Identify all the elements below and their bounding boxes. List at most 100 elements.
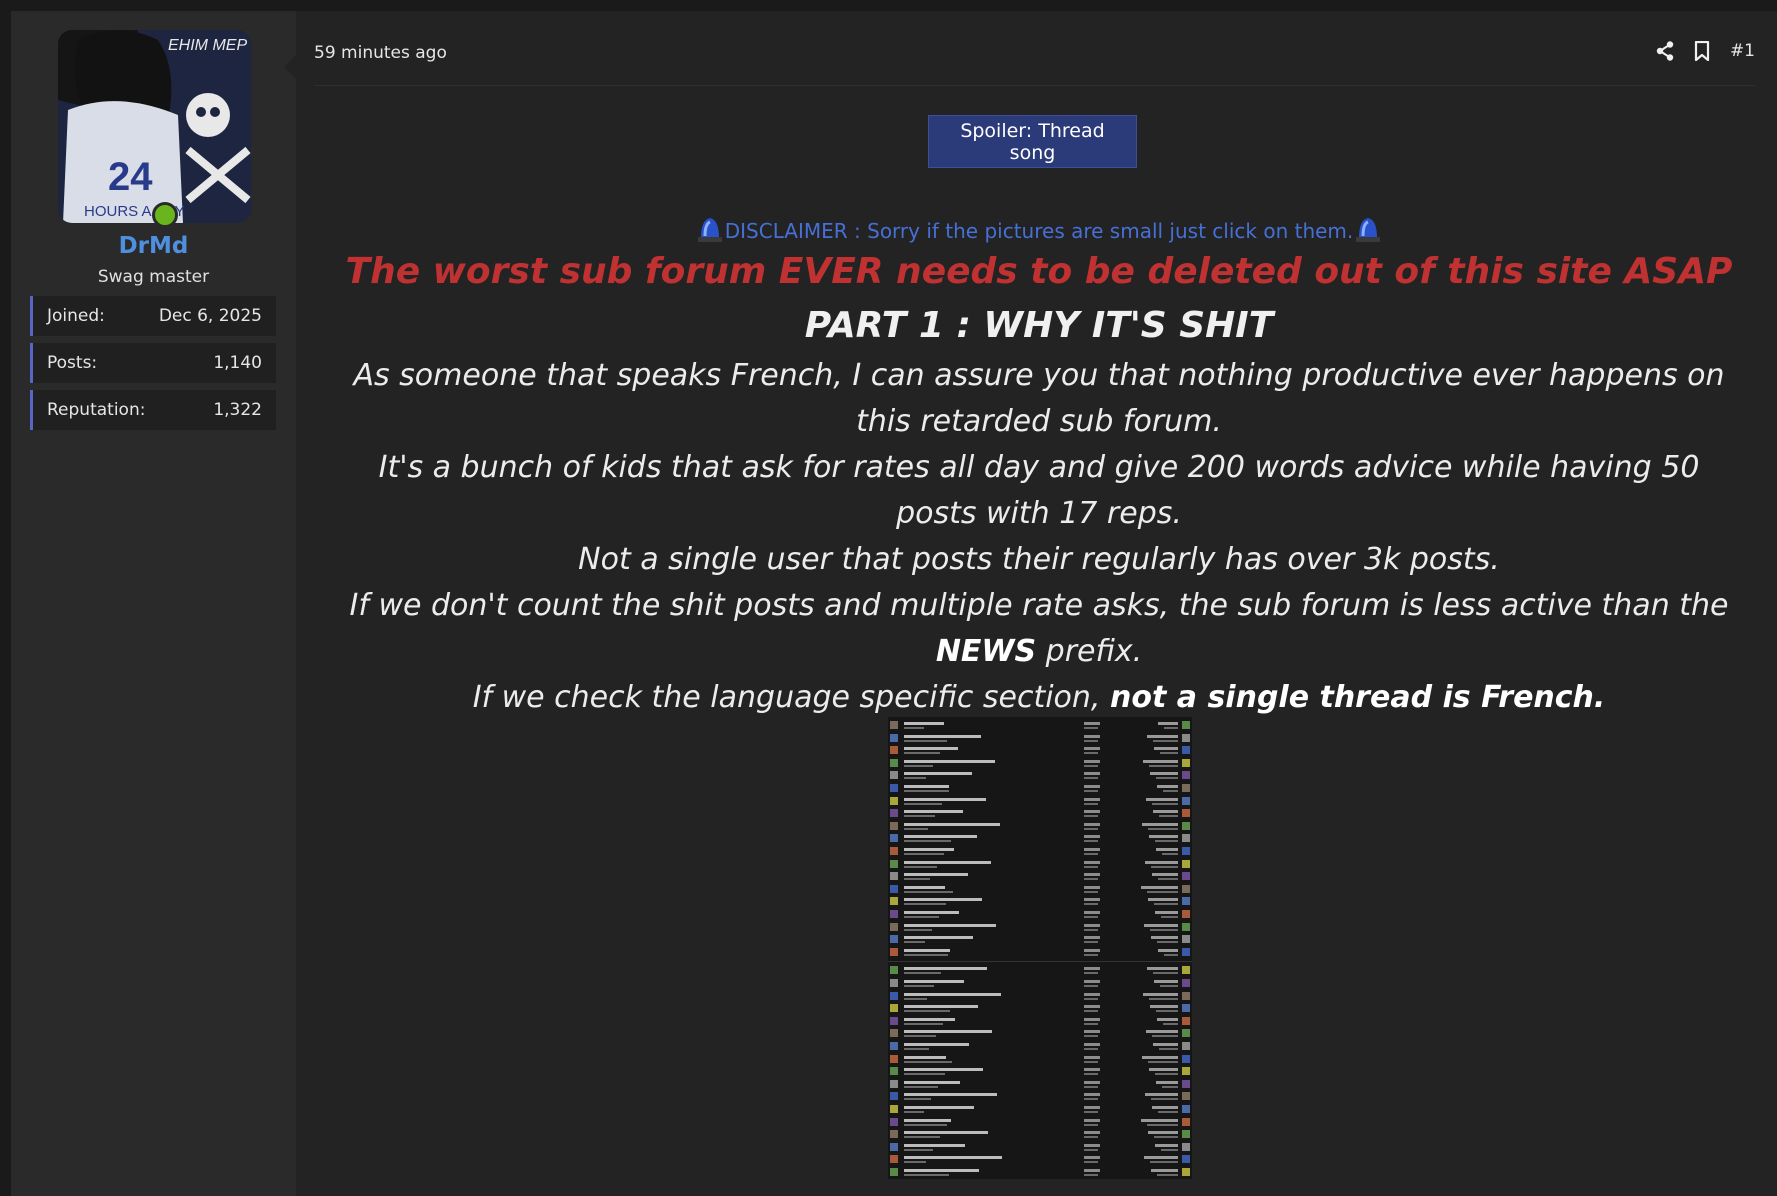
paragraph: As someone that speaks French, I can ass… <box>353 358 1725 439</box>
thumbnail-cell <box>904 1169 979 1172</box>
thumbnail-cell <box>1146 1030 1178 1034</box>
thumbnail-cell <box>904 827 928 830</box>
thumbnail-cell <box>904 1043 969 1046</box>
thumbnail-row <box>890 884 1190 894</box>
thumbnail-cell <box>890 809 898 818</box>
thumbnail-cell <box>1144 923 1178 927</box>
thumbnail-cell <box>1182 821 1190 830</box>
thumbnail-cell <box>1084 835 1100 839</box>
thumbnail-cell <box>890 1117 898 1126</box>
thumbnail-cell <box>1153 1043 1178 1046</box>
thumbnail-cell <box>1182 758 1190 767</box>
thumbnail-cell <box>904 936 973 940</box>
thumbnail-cell <box>904 848 954 851</box>
thumbnail-cell <box>1084 997 1098 1000</box>
thumbnail-row <box>890 809 1190 818</box>
thumbnail-cell <box>1084 1005 1100 1009</box>
paragraph: If we don't count the shit posts and mul… <box>334 583 1744 675</box>
thumbnail-cell <box>1182 935 1190 944</box>
thumbnail-cell <box>890 947 898 956</box>
thumbnail-cell <box>1084 815 1098 818</box>
share-icon[interactable] <box>1656 41 1674 61</box>
thumbnail-cell <box>890 746 898 755</box>
thumbnail-cell <box>1084 822 1100 826</box>
thumbnail-cell <box>1155 911 1178 914</box>
avatar-wrapper[interactable]: 24 HOURS A DAY EHIM MEP <box>58 30 251 228</box>
thumbnail-cell <box>1150 772 1178 776</box>
thumbnail-cell <box>1157 1174 1178 1176</box>
paragraph-bold: NEWS <box>935 634 1037 669</box>
avatar[interactable]: 24 HOURS A DAY EHIM MEP <box>58 30 251 223</box>
thumbnail-cell <box>1084 810 1100 814</box>
stat-value: Dec 6, 2025 <box>158 306 262 326</box>
post-time-link[interactable]: 59 minutes ago <box>314 43 447 63</box>
post-arrow <box>284 55 296 79</box>
thumbnail-cell <box>1084 1174 1098 1176</box>
thumbnail-row <box>890 1042 1190 1051</box>
thumbnail-cell <box>1158 948 1178 952</box>
thumbnail-cell <box>904 1068 983 1072</box>
thumbnail-cell <box>1145 1093 1178 1097</box>
thumbnail-cell <box>1084 923 1100 927</box>
thumbnail-cell <box>1084 734 1100 738</box>
thumbnail-cell <box>890 922 898 931</box>
thumbnail-cell <box>1084 1022 1098 1025</box>
thumbnail-cell <box>890 733 898 742</box>
thumbnail-cell <box>1182 947 1190 956</box>
thumbnail-cell <box>1155 840 1178 843</box>
thumbnail-row <box>890 1092 1190 1101</box>
thumbnail-cell <box>1149 764 1178 767</box>
thumbnail-cell <box>890 859 898 868</box>
thumbnail-cell <box>890 1105 898 1113</box>
thumbnail-cell <box>904 772 972 776</box>
thumbnail-cell <box>1182 771 1190 780</box>
post-number-link[interactable]: #1 <box>1730 41 1755 61</box>
stat-joined: Joined: Dec 6, 2025 <box>30 296 276 336</box>
thumbnail-cell <box>1161 916 1178 918</box>
thumbnail-cell <box>1182 1117 1190 1126</box>
thumbnail-cell <box>1084 936 1100 940</box>
thumbnail-cell <box>1152 873 1178 877</box>
paragraph: If we check the language specific sectio… <box>334 675 1744 721</box>
thumbnail-cell <box>890 1004 898 1013</box>
thumbnail-cell <box>1084 885 1100 889</box>
thumbnail-cell <box>1084 853 1098 855</box>
thumbnail-cell <box>1148 1060 1178 1063</box>
part-heading: PART 1 : WHY IT'S SHIT <box>804 305 1274 346</box>
thumbnail-cell <box>1161 1148 1178 1151</box>
stat-posts: Posts: 1,140 <box>30 343 276 383</box>
post-container: 24 HOURS A DAY EHIM MEP DrMd Swag master… <box>11 11 1777 1196</box>
spoiler-button[interactable]: Spoiler: Thread song <box>928 115 1137 168</box>
thumbnail-cell <box>1142 822 1178 826</box>
thumbnail-cell <box>904 885 945 889</box>
paragraph: It's a bunch of kids that ask for rates … <box>378 450 1700 531</box>
thumbnail-cell <box>1084 1085 1098 1088</box>
stat-label: Posts: <box>47 353 98 373</box>
thumbnail-cell <box>1159 1048 1178 1050</box>
thumbnail-row <box>890 991 1190 1001</box>
thumbnail-cell <box>1084 967 1100 971</box>
thumbnail-cell <box>1157 941 1178 944</box>
thumbnail-cell <box>904 1118 951 1122</box>
thumbnail-cell <box>1084 972 1098 975</box>
thumbnail-row <box>890 1130 1190 1139</box>
thumbnail-cell <box>904 860 991 864</box>
thumbnail-cell <box>1150 928 1178 931</box>
thumbnail-cell <box>1084 911 1100 914</box>
thumbnail-cell <box>1154 747 1178 751</box>
embedded-screenshot-image[interactable] <box>888 717 1192 1179</box>
thumbnail-cell <box>1182 922 1190 931</box>
thumbnail-cell <box>1150 1005 1178 1009</box>
thumbnail-cell <box>1084 797 1100 801</box>
thumbnail-cell <box>1156 1080 1178 1084</box>
thumbnail-cell <box>904 997 927 1000</box>
thumbnail-cell <box>904 739 947 742</box>
thumbnail-cell <box>904 815 935 818</box>
thumbnail-cell <box>1182 897 1190 906</box>
thumbnail-cell <box>1182 859 1190 868</box>
thumbnail-cell <box>890 1092 898 1101</box>
thumbnail-cell <box>904 898 982 902</box>
thumbnail-cell <box>904 1123 947 1126</box>
username-link[interactable]: DrMd <box>11 233 296 259</box>
bookmark-icon[interactable] <box>1694 41 1710 61</box>
